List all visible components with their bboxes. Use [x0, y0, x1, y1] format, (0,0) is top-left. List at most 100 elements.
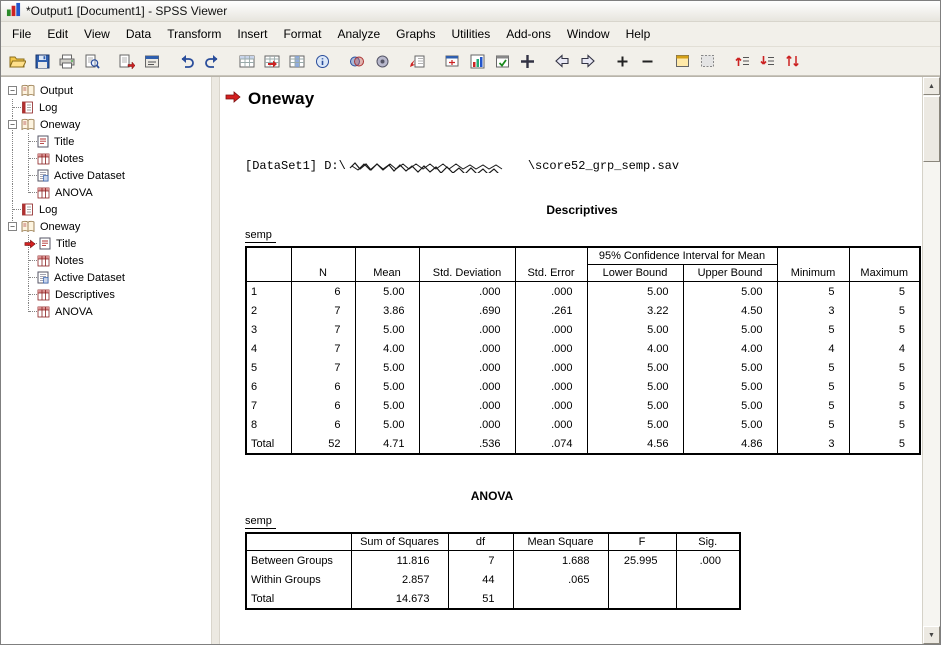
select-last-output-button[interactable] [405, 49, 429, 73]
ci-group-header: 95% Confidence Interval for Mean [587, 247, 777, 265]
hide-object-button[interactable] [695, 49, 719, 73]
next-object-button[interactable] [575, 49, 599, 73]
menu-item-view[interactable]: View [76, 24, 118, 44]
tree-connector [21, 184, 37, 201]
save-button[interactable] [30, 49, 54, 73]
tree-item-notes[interactable]: Notes [5, 150, 211, 167]
tree-item-output[interactable]: Output [5, 82, 211, 99]
goto-data-button[interactable] [235, 49, 259, 73]
cell: 5 [777, 320, 849, 339]
scrollbar-thumb[interactable] [923, 96, 940, 162]
export-output-button[interactable] [115, 49, 139, 73]
menu-item-addons[interactable]: Add-ons [498, 24, 559, 44]
column-header: Std. Deviation [419, 247, 515, 282]
expand-outline-button[interactable] [610, 49, 634, 73]
redo-button[interactable] [200, 49, 224, 73]
open-file-button[interactable] [5, 49, 29, 73]
variables-button[interactable] [285, 49, 309, 73]
goto-case-button[interactable] [260, 49, 284, 73]
vertical-scrollbar[interactable]: ▲ ▼ [922, 77, 940, 644]
demote-outline-button[interactable] [755, 49, 779, 73]
menu-item-edit[interactable]: Edit [39, 24, 76, 44]
print-preview-button[interactable] [80, 49, 104, 73]
cell: 5.00 [683, 282, 777, 302]
anova-table[interactable]: Sum of Squares df Mean Square F Sig. [245, 532, 741, 610]
row-label: 6 [246, 377, 291, 396]
recall-dialog-button[interactable] [140, 49, 164, 73]
promote-outline-button[interactable] [730, 49, 754, 73]
tree-item-active-dataset-2[interactable]: Active Dataset [5, 269, 211, 286]
toolbar-separator [720, 51, 729, 71]
designate-window-button[interactable] [490, 49, 514, 73]
insert-new-button[interactable] [515, 49, 539, 73]
row-label: 7 [246, 396, 291, 415]
row-label: 2 [246, 301, 291, 320]
column-header: Lower Bound [587, 265, 683, 282]
previous-object-button[interactable] [550, 49, 574, 73]
menu-item-graphs[interactable]: Graphs [388, 24, 443, 44]
print-button[interactable] [55, 49, 79, 73]
use-sets-button[interactable] [345, 49, 369, 73]
menu-item-analyze[interactable]: Analyze [329, 24, 388, 44]
tree-connector [5, 99, 21, 116]
scrollbar-track[interactable] [923, 163, 940, 626]
edit-chart-button[interactable] [465, 49, 489, 73]
show-object-button[interactable] [670, 49, 694, 73]
cell: 5.00 [587, 320, 683, 339]
expander-minus-icon[interactable] [5, 82, 21, 99]
column-header: N [291, 247, 355, 282]
tree-item-log-2[interactable]: Log [5, 201, 211, 218]
notes-icon [37, 153, 50, 165]
menu-item-window[interactable]: Window [559, 24, 618, 44]
cell: 4.56 [587, 434, 683, 454]
collapse-outline-button[interactable] [635, 49, 659, 73]
table-row: 3 7 5.00 .000 .000 5.00 5.00 5 5 [246, 320, 920, 339]
title-bar[interactable]: *Output1 [Document1] - SPSS Viewer [1, 1, 940, 22]
notes-icon [37, 255, 50, 267]
column-header: Mean Square [513, 533, 608, 551]
tree-item-title-2[interactable]: Title [5, 235, 211, 252]
cell [676, 570, 740, 589]
run-script-button[interactable] [370, 49, 394, 73]
tree-item-oneway-2[interactable]: Oneway [5, 218, 211, 235]
tree-item-log[interactable]: Log [5, 99, 211, 116]
tree-item-label: Notes [53, 153, 86, 165]
cell: 5.00 [587, 358, 683, 377]
menu-item-data[interactable]: Data [118, 24, 159, 44]
menu-item-help[interactable]: Help [618, 24, 659, 44]
output-content: Oneway [DataSet1] D:\ \score52_grp_semp.… [220, 77, 922, 644]
column-header: Maximum [849, 247, 920, 282]
tree-item-anova-2[interactable]: ANOVA [5, 303, 211, 320]
tree-connector [21, 133, 37, 150]
toolbar-separator [660, 51, 669, 71]
menu-item-transform[interactable]: Transform [159, 24, 229, 44]
menu-item-file[interactable]: File [4, 24, 39, 44]
cell: 6 [291, 377, 355, 396]
tree-item-active-dataset[interactable]: Active Dataset [5, 167, 211, 184]
expander-minus-icon[interactable] [5, 116, 21, 133]
table-row: 1 6 5.00 .000 .000 5.00 5.00 5 5 [246, 282, 920, 302]
move-outline-button[interactable] [780, 49, 804, 73]
tree-item-title[interactable]: Title [5, 133, 211, 150]
tree-item-notes-2[interactable]: Notes [5, 252, 211, 269]
descriptives-table[interactable]: N Mean Std. Deviation Std. Error 95% Con… [245, 246, 921, 455]
cell: 5.00 [683, 415, 777, 434]
menu-item-format[interactable]: Format [275, 24, 329, 44]
menu-item-insert[interactable]: Insert [229, 24, 275, 44]
tree-connector [5, 201, 21, 218]
tree-item-oneway[interactable]: Oneway [5, 116, 211, 133]
tree-item-anova[interactable]: ANOVA [5, 184, 211, 201]
activate-pivot-button[interactable] [440, 49, 464, 73]
corner-header [246, 533, 351, 551]
menu-item-utilities[interactable]: Utilities [444, 24, 499, 44]
scroll-up-button[interactable]: ▲ [923, 77, 940, 95]
cell: 5.00 [587, 396, 683, 415]
expander-minus-icon[interactable] [5, 218, 21, 235]
undo-button[interactable] [175, 49, 199, 73]
scroll-down-button[interactable]: ▼ [923, 626, 940, 644]
row-label: Within Groups [246, 570, 351, 589]
tree-connector [21, 150, 37, 167]
tree-item-descriptives-2[interactable]: Descriptives [5, 286, 211, 303]
pane-splitter[interactable] [211, 77, 220, 644]
information-button[interactable] [310, 49, 334, 73]
